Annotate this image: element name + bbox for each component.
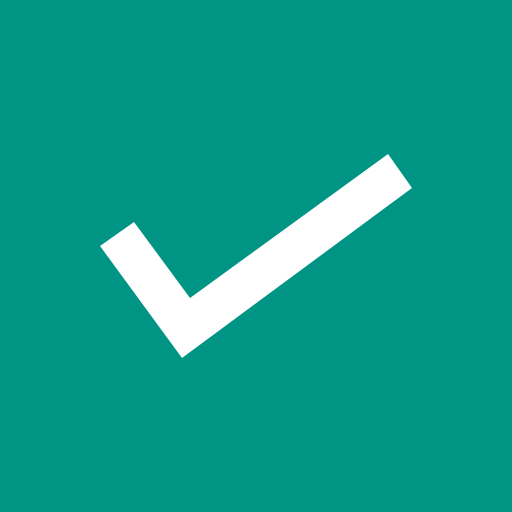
app-icon-tile bbox=[0, 0, 512, 512]
check-icon bbox=[100, 154, 412, 358]
